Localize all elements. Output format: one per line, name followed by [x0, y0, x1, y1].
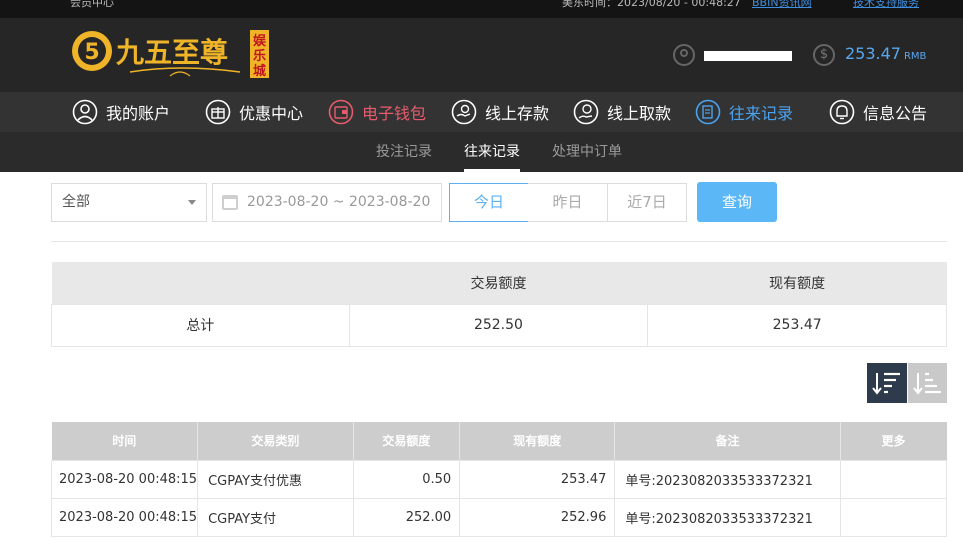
cell-amount: 0.50 — [352, 459, 461, 499]
logo-digit: 5 — [84, 40, 99, 65]
sort-descending-icon — [872, 372, 900, 395]
cell-time: 2023-08-20 00:48:15 — [50, 459, 199, 499]
balance-display: 253.47 RMB — [845, 44, 926, 63]
tab-transaction-records[interactable]: 往来记录 — [464, 132, 520, 172]
cell-remark: 单号:2023082033533372321 — [614, 497, 841, 537]
nav-transaction-records[interactable]: 往来记录 — [695, 92, 793, 132]
range-today-button[interactable]: 今日 — [449, 183, 529, 222]
bell-icon — [829, 99, 855, 125]
type-select[interactable]: 全部 — [51, 183, 207, 222]
summary-total-label: 总计 — [51, 303, 350, 347]
gift-icon — [205, 99, 231, 125]
nav-label: 电子钱包 — [362, 104, 427, 123]
cell-balance: 252.96 — [459, 497, 616, 537]
deposit-hand-icon — [451, 99, 477, 125]
caret-down-icon — [188, 200, 196, 205]
col-amount: 交易额度 — [353, 422, 461, 460]
nav-label: 往来记录 — [729, 104, 794, 123]
summary-total-amount: 252.50 — [348, 303, 649, 347]
nav-announcements[interactable]: 信息公告 — [829, 92, 927, 132]
record-receipt-icon — [695, 99, 721, 125]
balance-unit: RMB — [903, 51, 927, 62]
nav-online-deposit[interactable]: 线上存款 — [451, 92, 549, 132]
bbin-link[interactable]: BBIN资讯网 — [752, 0, 812, 10]
site-header: 5 九五至尊 娱 乐 城 $ 253.47 RMB — [0, 18, 963, 92]
nav-label: 线上取款 — [607, 104, 672, 123]
nav-label: 线上存款 — [485, 104, 550, 123]
summary-header-blank — [51, 262, 350, 304]
cell-type: CGPAY支付 — [197, 497, 354, 537]
nav-e-wallet[interactable]: 电子钱包 — [328, 92, 426, 132]
query-button[interactable]: 查询 — [697, 182, 777, 222]
range-yesterday-button[interactable]: 昨日 — [528, 183, 608, 222]
nav-promotions[interactable]: 优惠中心 — [205, 92, 303, 132]
cell-time: 2023-08-20 00:48:15 — [50, 497, 199, 537]
sort-ascending-button[interactable] — [908, 363, 947, 403]
summary-table: 交易额度 现有额度 总计 252.50 253.47 — [51, 262, 947, 347]
support-link[interactable]: 技术支持服务 — [853, 0, 919, 10]
table-row: 2023-08-20 00:48:15 CGPAY支付优惠 0.50 253.4… — [50, 459, 948, 499]
date-range-value: 2023-08-20 ~ 2023-08-20 — [247, 194, 431, 210]
cell-more[interactable] — [839, 497, 948, 537]
tab-pending-orders[interactable]: 处理中订单 — [552, 132, 622, 172]
summary-total-row: 总计 252.50 253.47 — [51, 303, 947, 347]
logo-tag-2: 乐 — [253, 48, 266, 64]
logo-tag-1: 娱 — [253, 34, 267, 49]
records-header-row: 时间 交易类别 交易额度 现有额度 备注 更多 — [51, 422, 947, 460]
summary-total-balance: 253.47 — [647, 303, 947, 347]
col-type: 交易类别 — [197, 422, 354, 460]
cell-balance: 253.47 — [459, 459, 616, 499]
summary-header-amount: 交易额度 — [349, 262, 648, 304]
date-range-input[interactable]: 2023-08-20 ~ 2023-08-20 — [212, 183, 442, 222]
table-row: 2023-08-20 00:48:15 CGPAY支付 252.00 252.9… — [50, 497, 948, 537]
nav-label: 信息公告 — [863, 104, 928, 123]
nav-online-withdraw[interactable]: 线上取款 — [573, 92, 671, 132]
server-time-text: 美东时间：2023/08/20 - 00:48:27 — [562, 0, 741, 9]
sort-ascending-icon — [913, 372, 941, 395]
username-redacted — [704, 51, 792, 61]
dollar-coin-icon: $ — [813, 44, 835, 66]
range-7days-button[interactable]: 近7日 — [607, 183, 687, 222]
user-circle-icon — [72, 99, 98, 125]
user-icon[interactable] — [673, 44, 695, 66]
logo-tag-3: 城 — [253, 63, 266, 79]
nav-label: 我的账户 — [106, 104, 171, 123]
withdraw-coin-icon — [573, 99, 599, 125]
calendar-icon — [222, 195, 238, 210]
tab-bet-records[interactable]: 投注记录 — [376, 132, 432, 172]
wallet-icon — [328, 99, 354, 125]
summary-header-balance: 现有额度 — [647, 262, 947, 304]
col-time: 时间 — [51, 422, 199, 460]
cell-remark: 单号:2023082033533372321 — [614, 459, 841, 499]
summary-header-row: 交易额度 现有额度 — [51, 262, 947, 304]
divider — [51, 241, 947, 242]
col-remark: 备注 — [614, 422, 841, 460]
balance-amount: 253.47 — [845, 44, 901, 63]
sub-nav: 投注记录 往来记录 处理中订单 — [0, 132, 963, 172]
col-more: 更多 — [840, 422, 947, 460]
member-center-text: 会员中心 — [70, 0, 114, 9]
cell-amount: 252.00 — [352, 497, 461, 537]
nav-my-account[interactable]: 我的账户 — [72, 92, 170, 132]
records-table: 时间 交易类别 交易额度 现有额度 备注 更多 2023-08-20 00:48… — [50, 422, 948, 537]
col-balance: 现有额度 — [459, 422, 616, 460]
main-nav: 我的账户 优惠中心 电子钱包 线上存款 线上取款 往来记录 信息公告 — [0, 92, 963, 132]
sort-descending-button[interactable] — [867, 363, 907, 403]
cell-type: CGPAY支付优惠 — [197, 459, 354, 499]
cell-more[interactable] — [839, 459, 948, 499]
top-strip: 会员中心 美东时间：2023/08/20 - 00:48:27 BBIN资讯网 … — [0, 0, 963, 18]
logo-name: 九五至尊 — [116, 36, 228, 69]
nav-label: 优惠中心 — [239, 104, 304, 123]
type-select-value: 全部 — [62, 194, 90, 210]
brand-logo[interactable]: 5 九五至尊 娱 乐 城 — [70, 28, 270, 82]
